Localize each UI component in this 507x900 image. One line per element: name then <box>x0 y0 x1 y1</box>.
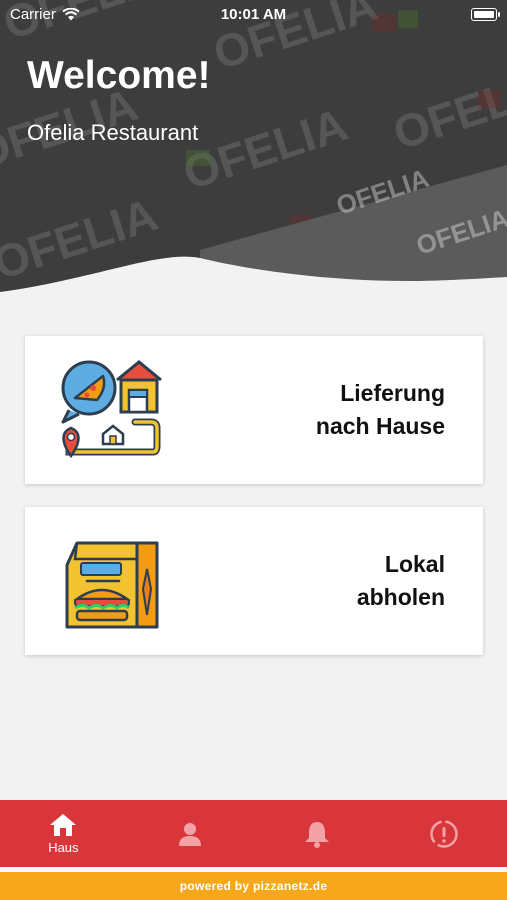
header-background-image: OFELIA OFELIA OFELIA OFELIA OFELIA OFELI… <box>0 0 507 295</box>
clock: 10:01 AM <box>220 6 287 23</box>
delivery-option-card[interactable]: Lieferung nach Hause <box>25 336 483 484</box>
restaurant-name: Ofelia Restaurant <box>27 120 199 145</box>
tab-account[interactable] <box>127 800 254 867</box>
header-banner: OFELIA OFELIA OFELIA OFELIA OFELIA OFELI… <box>0 0 507 295</box>
page-title: Welcome! <box>27 54 211 97</box>
tab-info[interactable] <box>380 800 507 867</box>
pickup-option-card[interactable]: Lokal abholen <box>25 507 483 655</box>
delivery-map-icon <box>61 360 162 459</box>
takeaway-bag-icon <box>65 541 159 629</box>
info-icon <box>429 819 458 848</box>
powered-by-footer[interactable]: powered by pizzanetz.de <box>0 872 507 900</box>
status-bar: Carrier 10:01 AM <box>0 0 507 30</box>
bell-icon <box>304 821 329 848</box>
tab-home[interactable]: Haus <box>0 800 127 867</box>
user-icon <box>179 822 202 846</box>
battery-icon <box>471 8 500 21</box>
pickup-label-line1: Lokal <box>384 550 445 577</box>
pickup-option-label: Lokal abholen <box>357 507 445 655</box>
delivery-label-line2: nach Hause <box>315 413 445 439</box>
delivery-label-line1: Lieferung <box>340 379 445 406</box>
pickup-label-line2: abholen <box>356 584 445 610</box>
tab-home-label: Haus <box>48 839 79 855</box>
home-icon <box>50 813 77 836</box>
tab-notifications[interactable] <box>254 800 381 867</box>
tab-bar: Haus <box>0 800 507 867</box>
delivery-option-label: Lieferung nach Hause <box>316 336 445 484</box>
